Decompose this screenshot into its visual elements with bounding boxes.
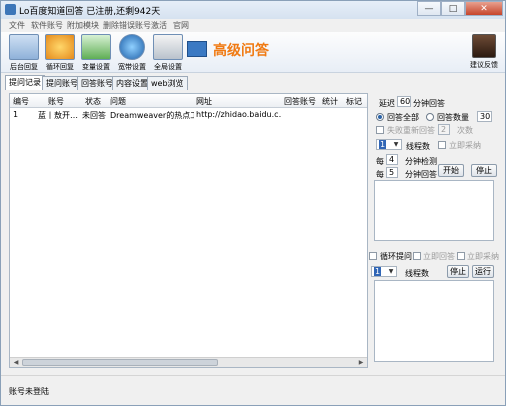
chevron-down-icon: ▼ — [388, 268, 394, 275]
thread-count-value: 1 — [379, 140, 387, 149]
column-header[interactable]: 网址 — [196, 96, 212, 107]
immediate-adopt-checkbox[interactable] — [457, 252, 465, 260]
tab-web-browse[interactable]: web浏览 — [147, 76, 188, 90]
status-bar: 账号未登陆 — [1, 375, 505, 405]
delay-minutes-input[interactable]: 60 — [397, 96, 411, 107]
horizontal-scrollbar[interactable]: ◀ ▶ — [10, 357, 367, 367]
thread-count-select[interactable]: 1 ▼ — [376, 139, 402, 150]
answer-interval-input[interactable]: 5 — [386, 167, 398, 178]
retry-fail-checkbox[interactable] — [376, 126, 384, 134]
backend-reply-button[interactable]: 后台回复 — [7, 34, 41, 72]
table-row[interactable]: 1 蓝丨敖开… 未回答 Dreamweaver的热点工… http://zhid… — [10, 109, 367, 121]
answer-count-input[interactable]: 30 — [477, 111, 492, 122]
toolbar: 后台回复 循环回复 变量设置 宽带设置 全局设置 高级问答 建议反馈 — [1, 32, 505, 73]
menu-activate[interactable]: 激活 — [151, 20, 167, 31]
answer-count-radio[interactable] — [426, 113, 434, 121]
menu-bar: 文件 软件账号 附加模块 删除错误账号 激活 官网 — [1, 19, 505, 32]
menu-addon-module[interactable]: 附加模块 — [67, 20, 99, 31]
globe-icon — [119, 34, 145, 60]
status-text: 账号未登陆 — [9, 387, 49, 396]
check-interval-label: 分钟检测 — [405, 157, 437, 166]
app-icon — [5, 4, 16, 15]
adopt-immediately-label: 立即采纳 — [449, 141, 481, 150]
chevron-down-icon: ▼ — [393, 141, 399, 148]
scroll-right-icon[interactable]: ▶ — [356, 358, 366, 367]
delay-suffix-label: 分钟回答 — [413, 99, 445, 108]
bandwidth-settings-button[interactable]: 宽带设置 — [115, 34, 149, 72]
menu-software-account[interactable]: 软件账号 — [31, 20, 63, 31]
immediate-answer-label: 立即回答 — [423, 252, 455, 261]
thread-count-label: 线程数 — [406, 142, 430, 151]
tab-question-accounts[interactable]: 提问账号 — [42, 76, 82, 90]
tools-icon — [153, 34, 183, 60]
cell-question: Dreamweaver的热点工… — [110, 111, 194, 120]
loop-run-button[interactable]: 运行 — [472, 265, 494, 278]
column-header[interactable]: 编号 — [13, 96, 29, 107]
loop-thread-count-value: 1 — [374, 267, 382, 276]
column-header[interactable]: 统计 — [322, 96, 338, 107]
answer-all-radio[interactable] — [376, 113, 384, 121]
cycle-icon — [45, 34, 75, 60]
cycle-reply-button[interactable]: 循环回复 — [43, 34, 77, 72]
retry-count-input[interactable]: 2 — [438, 124, 450, 135]
feedback-button[interactable]: 建议反馈 — [467, 34, 501, 72]
every-label: 每 — [376, 170, 384, 179]
retry-fail-label: 失败重新回答 — [387, 126, 435, 135]
adopt-immediately-checkbox[interactable] — [438, 141, 446, 149]
answer-all-label: 回答全部 — [387, 113, 419, 122]
start-button[interactable]: 开始 — [438, 164, 464, 177]
scrollbar-thumb[interactable] — [22, 359, 218, 366]
column-header[interactable]: 回答账号 — [284, 96, 316, 107]
close-button[interactable]: ✕ — [465, 1, 503, 16]
delay-prefix-label: 延迟 — [379, 99, 395, 108]
loop-ask-label: 循环提问 — [380, 252, 412, 261]
table-header: 编号 账号 状态 问题 网址 回答账号 统计 标记 — [10, 94, 367, 108]
loop-thread-count-label: 线程数 — [405, 269, 429, 278]
global-settings-button[interactable]: 全局设置 — [151, 34, 185, 72]
column-header[interactable]: 状态 — [85, 96, 101, 107]
loop-log-area[interactable] — [374, 280, 494, 362]
loop-stop-button[interactable]: 停止 — [447, 265, 469, 278]
network-icon — [81, 34, 111, 60]
column-header[interactable]: 账号 — [48, 96, 64, 107]
scroll-left-icon[interactable]: ◀ — [11, 358, 21, 367]
window-title: Lo百度知道回答 已注册,还剩942天 — [19, 7, 161, 17]
tab-question-records[interactable]: 提问记录 — [5, 75, 45, 90]
advanced-qa-title: 高级问答 — [213, 43, 269, 59]
cell-status: 未回答 — [82, 111, 106, 120]
monitor-icon — [9, 34, 39, 60]
tab-answer-accounts[interactable]: 回答账号 — [77, 76, 117, 90]
cell-account: 蓝丨敖开… — [38, 111, 78, 120]
minimize-button[interactable]: — — [417, 1, 441, 16]
immediate-answer-checkbox[interactable] — [413, 252, 421, 260]
column-header[interactable]: 问题 — [110, 96, 126, 107]
person-icon — [472, 34, 496, 58]
loop-ask-checkbox[interactable] — [369, 252, 377, 260]
column-header[interactable]: 标记 — [346, 96, 362, 107]
menu-file[interactable]: 文件 — [9, 20, 25, 31]
every-label: 每 — [376, 157, 384, 166]
answer-count-label: 回答数量 — [437, 113, 469, 122]
answer-interval-label: 分钟回答 — [405, 170, 437, 179]
app-window: Lo百度知道回答 已注册,还剩942天 — □ ✕ 文件 软件账号 附加模块 删… — [0, 0, 506, 406]
feedback-label: 建议反馈 — [470, 61, 498, 69]
check-interval-input[interactable]: 4 — [386, 154, 398, 165]
title-bar: Lo百度知道回答 已注册,还剩942天 — □ ✕ — [1, 1, 505, 19]
menu-official-site[interactable]: 官网 — [173, 20, 189, 31]
advanced-qa-icon — [187, 41, 207, 57]
variable-settings-button[interactable]: 变量设置 — [79, 34, 113, 72]
question-records-table[interactable]: 编号 账号 状态 问题 网址 回答账号 统计 标记 1 蓝丨敖开… 未回答 Dr… — [9, 93, 368, 368]
maximize-button[interactable]: □ — [441, 1, 465, 16]
loop-thread-count-select[interactable]: 1 ▼ — [371, 266, 397, 277]
cell-url: http://zhidao.baidu.c… — [196, 110, 282, 119]
retry-suffix-label: 次数 — [457, 126, 473, 135]
immediate-adopt-label: 立即采纳 — [467, 252, 499, 261]
tab-content-settings[interactable]: 内容设置 — [112, 76, 152, 90]
global-settings-label: 全局设置 — [154, 63, 182, 71]
menu-delete-error-account[interactable]: 删除错误账号 — [103, 20, 151, 31]
answer-log-area[interactable] — [374, 180, 494, 241]
stop-button[interactable]: 停止 — [471, 164, 497, 177]
